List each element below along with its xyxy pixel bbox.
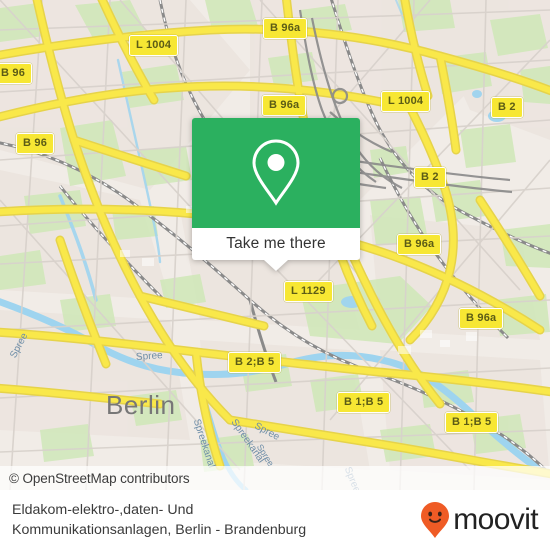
place-title-line-1: Eldakom-elektro-,daten- Und bbox=[12, 501, 194, 518]
road-shield: B 1;B 5 bbox=[337, 392, 391, 413]
road-shield: B 96 bbox=[0, 63, 33, 84]
place-title-line-2: Kommunikationsanlagen, Berlin - Brandenb… bbox=[12, 522, 307, 538]
take-me-there-button[interactable]: Take me there bbox=[192, 228, 360, 260]
road-shield: B 1;B 5 bbox=[445, 412, 499, 433]
attribution-text: © OpenStreetMap contributors bbox=[9, 470, 190, 486]
location-pin-icon bbox=[252, 139, 300, 206]
callout-pointer-tail bbox=[264, 260, 288, 271]
road-shield: L 1129 bbox=[284, 281, 333, 302]
place-title: Eldakom-elektro-,daten- Und Kommunikatio… bbox=[0, 500, 306, 540]
callout-image-panel bbox=[192, 118, 360, 228]
map-text-label: Berlin bbox=[106, 390, 176, 420]
map-canvas[interactable]: B 96a L 1004 B 96 B 96a L 1004 B 2 B 96 B 2 B 96… bbox=[0, 0, 550, 490]
road-shield: B 96 bbox=[16, 133, 55, 154]
road-shield: L 1004 bbox=[381, 91, 431, 112]
moovit-wordmark: moovit bbox=[453, 503, 538, 536]
location-callout-card[interactable]: Take me there bbox=[192, 118, 360, 271]
road-shield: B 2;B 5 bbox=[228, 352, 282, 373]
road-shield: B 96a bbox=[397, 234, 442, 255]
map-attribution-bar: © OpenStreetMap contributors bbox=[0, 466, 550, 490]
footer-bar: Eldakom-elektro-,daten- Und Kommunikatio… bbox=[0, 490, 550, 550]
road-shield: B 2 bbox=[414, 167, 446, 188]
screenshot-root: B 96a L 1004 B 96 B 96a L 1004 B 2 B 96 B 2 B 96… bbox=[0, 0, 550, 550]
map-text-label: Spree bbox=[135, 350, 164, 363]
road-shield: L 1004 bbox=[129, 35, 179, 56]
take-me-there-label: Take me there bbox=[226, 235, 326, 252]
road-shield: B 96a bbox=[263, 18, 308, 39]
road-shield: B 96a bbox=[459, 308, 504, 329]
moovit-smiley-pin-icon bbox=[421, 502, 450, 538]
road-shield: B 2 bbox=[491, 97, 523, 118]
moovit-brand[interactable]: moovit bbox=[420, 501, 550, 539]
road-shield: B 96a bbox=[262, 95, 307, 116]
